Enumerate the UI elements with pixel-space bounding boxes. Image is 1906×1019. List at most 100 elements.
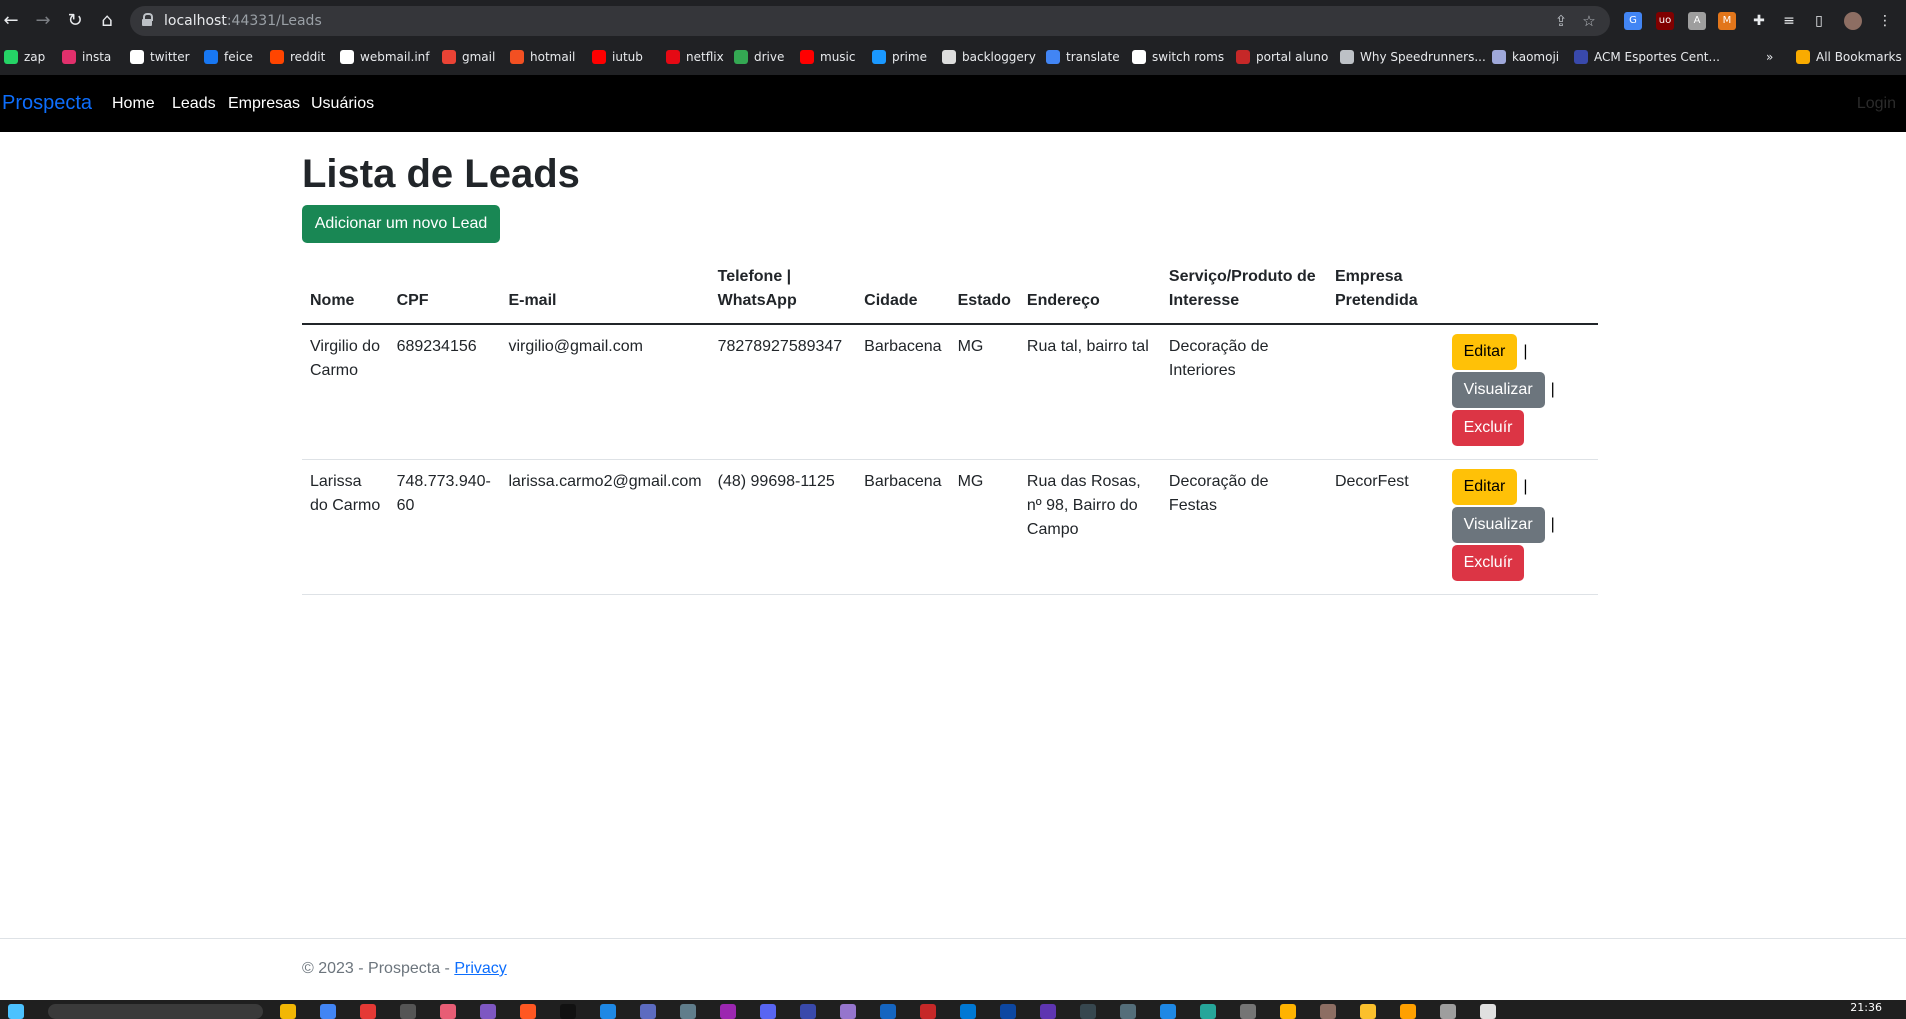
windows-start-icon[interactable] (8, 1004, 24, 1019)
taskbar-search[interactable] (48, 1004, 263, 1019)
bookmark-item[interactable]: insta (62, 47, 111, 67)
app-icon[interactable] (1160, 1004, 1176, 1019)
bookmark-item[interactable]: hotmail (510, 47, 575, 67)
col-cpf: CPF (388, 265, 501, 325)
app-icon[interactable] (880, 1004, 896, 1019)
bookmark-item[interactable]: switch roms (1132, 47, 1224, 67)
app-icon[interactable] (1480, 1004, 1496, 1019)
folder-icon (1796, 50, 1810, 64)
sidepanel-icon[interactable]: ▯ (1810, 12, 1828, 30)
menu-icon[interactable]: ⋮ (1876, 12, 1894, 30)
bookmark-item[interactable]: portal aluno (1236, 47, 1328, 67)
bookmark-item[interactable]: drive (734, 47, 784, 67)
bookmarks-overflow-icon[interactable]: » (1766, 47, 1773, 67)
app-icon[interactable] (520, 1004, 536, 1019)
bookmark-favicon-icon (734, 50, 748, 64)
app-icon[interactable] (920, 1004, 936, 1019)
bookmark-favicon-icon (130, 50, 144, 64)
app-icon[interactable] (1120, 1004, 1136, 1019)
bookmark-item[interactable]: webmail.inf (340, 47, 430, 67)
app-icon[interactable] (440, 1004, 456, 1019)
app-icon[interactable] (1080, 1004, 1096, 1019)
app-icon[interactable] (600, 1004, 616, 1019)
app-icon[interactable] (1040, 1004, 1056, 1019)
translate-extension-icon[interactable]: G (1624, 12, 1642, 30)
add-lead-button[interactable]: Adicionar um novo Lead (302, 205, 500, 243)
app-icon[interactable] (640, 1004, 656, 1019)
home-icon[interactable]: ⌂ (96, 10, 118, 32)
bookmark-item[interactable]: zap (4, 47, 45, 67)
bookmark-item[interactable]: Why Speedrunners... (1340, 47, 1486, 67)
login-link[interactable]: Login (1857, 95, 1896, 113)
bookmark-item[interactable]: netflix (666, 47, 724, 67)
col-servico: Serviço/Produto de Interesse (1160, 265, 1327, 325)
bookmark-item[interactable]: music (800, 47, 855, 67)
app-icon[interactable] (400, 1004, 416, 1019)
app-icon[interactable] (360, 1004, 376, 1019)
address-bar[interactable]: localhost:44331/Leads ⇪ ☆ (130, 6, 1610, 36)
bookmark-item[interactable]: ACM Esportes Cent... (1574, 47, 1720, 67)
delete-button[interactable]: Excluír (1451, 545, 1525, 581)
profile-avatar[interactable] (1844, 12, 1862, 30)
view-button[interactable]: Visualizar (1451, 507, 1545, 543)
file-explorer-icon[interactable] (280, 1004, 296, 1019)
bookmark-item[interactable]: translate (1046, 47, 1120, 67)
bookmark-favicon-icon (800, 50, 814, 64)
share-icon[interactable]: ⇪ (1552, 12, 1570, 30)
bookmark-item[interactable]: gmail (442, 47, 495, 67)
app-icon[interactable] (1240, 1004, 1256, 1019)
delete-button[interactable]: Excluír (1451, 410, 1525, 446)
table-header-row: Nome CPF E-mail Telefone | WhatsApp Cida… (302, 265, 1598, 325)
bookmark-item[interactable]: prime (872, 47, 927, 67)
all-bookmarks[interactable]: All Bookmarks (1796, 47, 1902, 67)
ublock-extension-icon[interactable]: uo (1656, 12, 1674, 30)
app-icon[interactable] (480, 1004, 496, 1019)
forward-icon[interactable]: → (32, 10, 54, 32)
vscode-icon[interactable] (960, 1004, 976, 1019)
app-icon[interactable] (1280, 1004, 1296, 1019)
back-icon[interactable]: ← (0, 10, 22, 32)
bookmark-item[interactable]: kaomoji (1492, 47, 1559, 67)
bookmark-item[interactable]: twitter (130, 47, 190, 67)
edit-button[interactable]: Editar (1451, 334, 1518, 370)
star-icon[interactable]: ☆ (1580, 12, 1598, 30)
taskbar-clock[interactable]: 21:36 (1850, 1001, 1882, 1014)
app-icon[interactable] (840, 1004, 856, 1019)
metamask-extension-icon[interactable]: M (1718, 12, 1736, 30)
extension-icon[interactable]: A (1688, 12, 1706, 30)
bookmark-item[interactable]: iutub (592, 47, 643, 67)
puzzle-icon[interactable]: ✚ (1750, 12, 1768, 30)
app-icon[interactable] (800, 1004, 816, 1019)
app-icon[interactable] (1000, 1004, 1016, 1019)
col-actions (1443, 265, 1598, 325)
view-button[interactable]: Visualizar (1451, 372, 1545, 408)
app-icon[interactable] (1440, 1004, 1456, 1019)
app-icon[interactable] (560, 1004, 576, 1019)
bookmark-item[interactable]: backloggery (942, 47, 1036, 67)
bookmark-item[interactable]: reddit (270, 47, 325, 67)
chrome-icon[interactable] (320, 1004, 336, 1019)
nav-leads[interactable]: Leads (172, 95, 216, 113)
url-text[interactable]: localhost:44331/Leads (164, 13, 322, 29)
bookmark-item[interactable]: feice (204, 47, 253, 67)
edit-button[interactable]: Editar (1451, 469, 1518, 505)
app-icon[interactable] (720, 1004, 736, 1019)
app-icon[interactable] (1400, 1004, 1416, 1019)
cell-servico: Decoração de Festas (1160, 459, 1327, 595)
app-icon[interactable] (1320, 1004, 1336, 1019)
brand-logo[interactable]: Prospecta (2, 92, 92, 115)
privacy-link[interactable]: Privacy (454, 960, 506, 977)
nav-usuarios[interactable]: Usuários (311, 95, 374, 113)
nav-empresas[interactable]: Empresas (228, 95, 300, 113)
nav-home[interactable]: Home (112, 95, 155, 113)
media-icon[interactable]: ≡ (1780, 12, 1798, 30)
reload-icon[interactable]: ↻ (64, 10, 86, 32)
app-icon[interactable] (1360, 1004, 1376, 1019)
bookmark-favicon-icon (1492, 50, 1506, 64)
app-icon[interactable] (680, 1004, 696, 1019)
bookmark-favicon-icon (4, 50, 18, 64)
cell-telefone: 78278927589347 (709, 324, 857, 460)
app-icon[interactable] (760, 1004, 776, 1019)
bookmark-favicon-icon (592, 50, 606, 64)
app-icon[interactable] (1200, 1004, 1216, 1019)
